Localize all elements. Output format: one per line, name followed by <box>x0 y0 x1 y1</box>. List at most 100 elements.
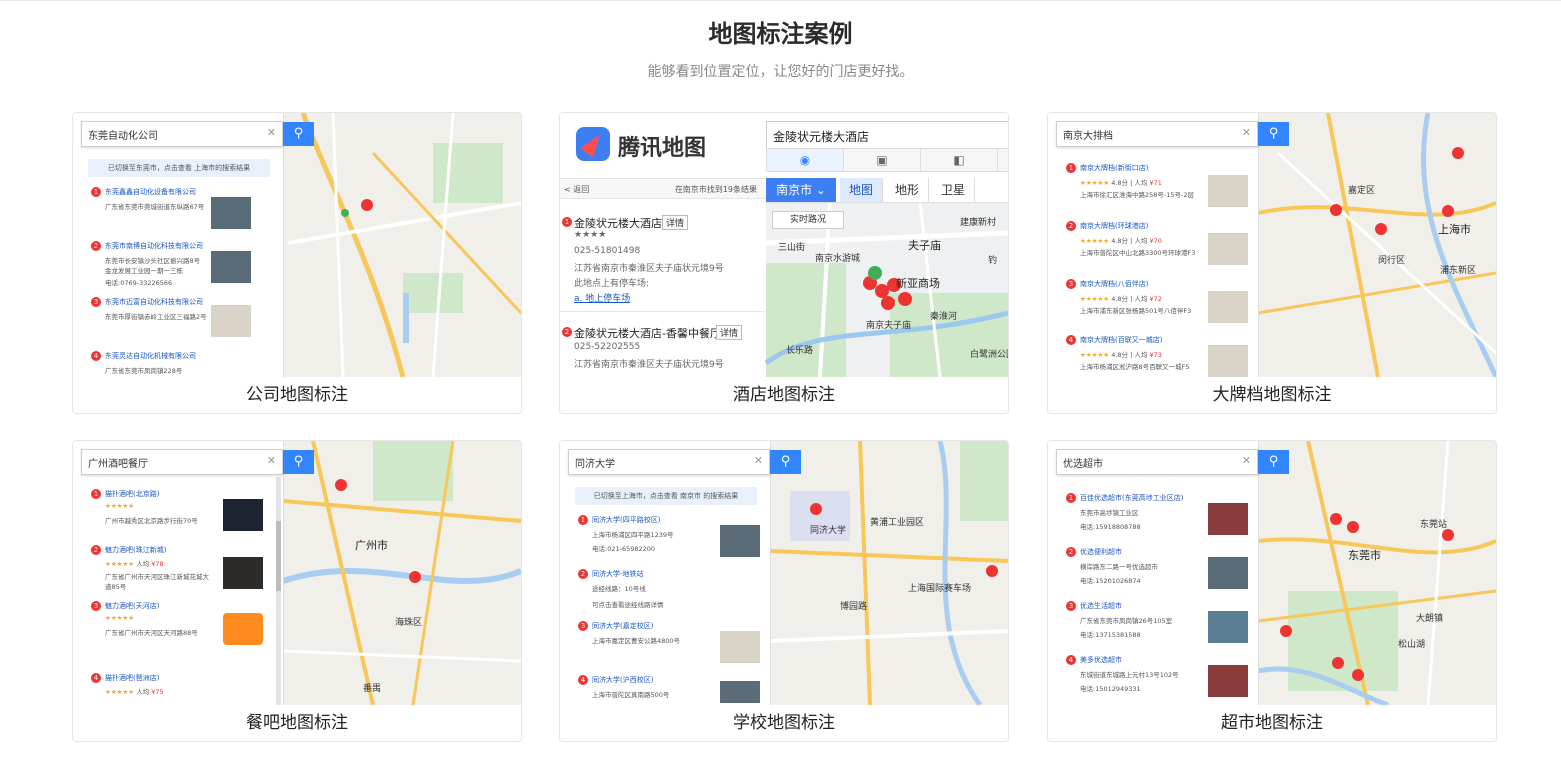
tab-map[interactable]: 地图 <box>840 178 883 202</box>
list-item[interactable]: 4 美多优选超市 东城街道东城路上元村13号102号 电话:1501294933… <box>1066 655 1248 699</box>
section-title: 地图标注案例 <box>708 20 853 48</box>
list-item[interactable]: 2 金陵状元楼大酒店-香馨中餐厅 详情 025-52202555 江苏省南京市秦… <box>560 325 765 375</box>
place-photo <box>211 197 251 229</box>
list-item[interactable]: 1 百佳优选超市(东莞高埗工业区店) 东莞市高埗镇工业区 电话:15918808… <box>1066 493 1248 537</box>
list-item[interactable]: 4 猫扑酒吧(琶洲店) ★★★★★ 人均 ¥75 <box>91 673 266 703</box>
list-item[interactable]: 4 南京大牌档(百联又一城店) ★★★★★ 4.8分 | 人均 ¥73 上海市杨… <box>1066 335 1248 377</box>
clear-icon[interactable]: ✕ <box>267 454 276 467</box>
search-button[interactable]: ⚲ <box>283 450 314 474</box>
scrollbar-thumb[interactable] <box>276 521 281 591</box>
search-input[interactable]: 东莞自动化公司 ✕ <box>81 121 283 147</box>
case-card-food-stall[interactable]: 南京大排档 ✕ 1 南京大牌档(新街口店) ★★★★★ 4.8分 | 人均 ¥7… <box>1047 112 1497 414</box>
clear-icon[interactable]: ✕ <box>754 454 763 467</box>
case-card-company[interactable]: 东莞自动化公司 ✕ 已切换至东莞市，点击查看 上海市的搜索结果 1 东莞鑫鑫自动… <box>72 112 522 414</box>
location-icon[interactable]: ◉ <box>767 149 844 171</box>
result-bar: < 返回 在南京市找到19条结果 <box>560 180 765 199</box>
search-button[interactable]: ⚲ <box>283 122 314 146</box>
bus-icon[interactable]: ▣ <box>844 149 921 171</box>
marker-icon: 1 <box>91 187 101 197</box>
list-item[interactable]: 1 同济大学(四平路校区) 上海市杨浦区四平路1239号 电话:021-6598… <box>578 515 760 559</box>
marker-icon: 4 <box>578 675 588 685</box>
list-item[interactable]: 2 南京大牌档(环球港店) ★★★★★ 4.8分 | 人均 ¥70 上海市普陀区… <box>1066 221 1248 267</box>
clear-icon[interactable]: ✕ <box>267 126 276 139</box>
marker-icon: 1 <box>1066 163 1076 173</box>
search-input[interactable]: 优选超市 ✕ <box>1056 449 1258 475</box>
place-photo <box>211 305 251 337</box>
logo-text: 腾讯地图 <box>618 136 707 161</box>
list-item[interactable]: 4 东莞灵达自动化机械有限公司 广东省东莞市凤岗镇228号 <box>91 351 266 375</box>
list-item[interactable]: 2 优选便利超市 横岸路东二路一号优选超市 电话:15201026874 <box>1066 547 1248 591</box>
search-input[interactable]: 广州酒吧餐厅 ✕ <box>81 449 283 475</box>
result-panel: 优选超市 ✕ 1 百佳优选超市(东莞高埗工业区店) 东莞市高埗镇工业区 电话:1… <box>1048 441 1259 705</box>
case-card-school[interactable]: 同济大学 ✕ 已切换至上海市，点击查看 南京市 的搜索结果 1 同济大学(四平路… <box>559 440 1009 742</box>
map-screenshot: 广州酒吧餐厅 ✕ 1 猫扑酒吧(北京路) ★★★★★ 广州市越秀区北京路步行街7… <box>73 441 521 705</box>
marker-icon: 1 <box>562 217 572 227</box>
list-item[interactable]: 1 金陵状元楼大酒店 详情 ★★★★ 025-51801498 江苏省南京市秦淮… <box>560 215 765 315</box>
tencent-map-logo-icon <box>576 127 610 161</box>
list-item[interactable]: 1 猫扑酒吧(北京路) ★★★★★ 广州市越秀区北京路步行街70号 <box>91 489 266 533</box>
marker-icon: 2 <box>1066 547 1076 557</box>
list-item[interactable]: 1 东莞鑫鑫自动化设备有限公司 广东省东莞市莞城街道东纵路67号 <box>91 187 266 229</box>
place-photo <box>211 251 251 283</box>
map-type-tabs: 南京市 ⌄ 地图 地形 卫星 <box>766 178 1008 203</box>
section-subtitle: 能够看到位置定位，让您好的门店更好找。 <box>647 64 914 80</box>
marker-icon: 2 <box>562 327 572 337</box>
map-screenshot: 优选超市 ✕ 1 百佳优选超市(东莞高埗工业区店) 东莞市高埗镇工业区 电话:1… <box>1048 441 1496 705</box>
traffic-toggle[interactable]: 实时路况 <box>772 211 844 229</box>
place-photo <box>720 681 760 703</box>
search-button[interactable]: ⚲ <box>1258 450 1289 474</box>
search-input[interactable]: 同济大学 ✕ <box>568 449 770 475</box>
list-item[interactable]: 3 东莞市迈富自动化科技有限公司 东莞市厚街镇赤岭工业区三福路2号 <box>91 297 266 337</box>
case-card-supermarket[interactable]: 优选超市 ✕ 1 百佳优选超市(东莞高埗工业区店) 东莞市高埗镇工业区 电话:1… <box>1047 440 1497 742</box>
case-card-hotel[interactable]: 腾讯地图 金陵状元楼大酒店 ◉ ▣ ◧ < 返回 在南京市找到19条结果 1 金… <box>559 112 1009 414</box>
city-notice[interactable]: 已切换至东莞市，点击查看 上海市的搜索结果 <box>88 159 270 177</box>
list-item[interactable]: 3 魅力酒吧(天河店) ★★★★★ 广东省广州市天河区天河路88号 <box>91 601 266 647</box>
back-link[interactable]: < 返回 <box>564 184 589 195</box>
marker-icon: 4 <box>91 673 101 683</box>
clear-icon[interactable]: ✕ <box>1242 454 1251 467</box>
card-caption: 大牌档地图标注 <box>1212 385 1332 405</box>
card-caption: 餐吧地图标注 <box>246 713 348 733</box>
list-item[interactable]: 4 同济大学(沪西校区) 上海市普陀区真南路500号 <box>578 675 760 703</box>
marker-icon: 3 <box>1066 601 1076 611</box>
marker-icon: 3 <box>91 297 101 307</box>
search-input[interactable]: 南京大排档 ✕ <box>1056 121 1258 147</box>
card-caption: 酒店地图标注 <box>733 385 835 405</box>
scrollbar[interactable] <box>276 477 281 705</box>
search-button[interactable]: ⚲ <box>770 450 801 474</box>
place-photo <box>720 525 760 557</box>
case-card-bar[interactable]: 广州酒吧餐厅 ✕ 1 猫扑酒吧(北京路) ★★★★★ 广州市越秀区北京路步行街7… <box>72 440 522 742</box>
card-caption: 超市地图标注 <box>1221 713 1323 733</box>
list-item[interactable]: 3 同济大学(嘉定校区) 上海市嘉定区曹安公路4800号 <box>578 621 760 665</box>
parking-link[interactable]: a. 地上停车场 <box>574 291 630 304</box>
tab-satellite[interactable]: 卫星 <box>932 178 975 202</box>
list-item[interactable]: 3 优选生活超市 广东省东莞市凤岗镇26号105室 电话:13715381588 <box>1066 601 1248 645</box>
list-item[interactable]: 3 南京大牌档(八佰伴店) ★★★★★ 4.8分 | 人均 ¥72 上海市浦东新… <box>1066 279 1248 325</box>
list-item[interactable]: 2 同济大学-地铁站 途经线路：10号线 可点击查看途经线路详情 <box>578 569 753 613</box>
car-icon[interactable]: ◧ <box>921 149 998 171</box>
search-input[interactable]: 金陵状元楼大酒店 <box>766 121 1008 150</box>
search-button[interactable]: ⚲ <box>1258 122 1289 146</box>
list-item[interactable]: 2 魅力酒吧(珠江新城) ★★★★★ 人均 ¥78 广东省广州市天河区珠江新城花… <box>91 545 266 591</box>
city-select[interactable]: 南京市 ⌄ <box>766 178 836 202</box>
search-icon: ⚲ <box>1268 454 1279 469</box>
marker-icon: 4 <box>1066 655 1076 665</box>
detail-button[interactable]: 详情 <box>716 325 743 340</box>
clear-icon[interactable]: ✕ <box>1242 126 1251 139</box>
marker-icon: 2 <box>91 545 101 555</box>
detail-button[interactable]: 详情 <box>662 215 689 230</box>
place-photo <box>1208 557 1248 589</box>
city-notice[interactable]: 已切换至上海市，点击查看 南京市 的搜索结果 <box>575 487 757 505</box>
marker-icon: 1 <box>1066 493 1076 503</box>
result-panel: 广州酒吧餐厅 ✕ 1 猫扑酒吧(北京路) ★★★★★ 广州市越秀区北京路步行街7… <box>73 441 284 705</box>
marker-icon: 2 <box>1066 221 1076 231</box>
result-panel: 南京大排档 ✕ 1 南京大牌档(新街口店) ★★★★★ 4.8分 | 人均 ¥7… <box>1048 113 1259 377</box>
route-mode-tabs: ◉ ▣ ◧ <box>766 148 1008 172</box>
search-icon: ⚲ <box>1268 126 1279 141</box>
tab-terrain[interactable]: 地形 <box>886 178 929 202</box>
marker-icon: 3 <box>578 621 588 631</box>
list-item[interactable]: 2 东莞市南博自动化科技有限公司 东莞市长安镇沙头社区振兴路8号金龙发展工业园一… <box>91 241 266 289</box>
list-item[interactable]: 1 南京大牌档(新街口店) ★★★★★ 4.8分 | 人均 ¥71 上海市徐汇区… <box>1066 163 1248 209</box>
place-photo <box>1208 345 1248 377</box>
map-screenshot: 南京大排档 ✕ 1 南京大牌档(新街口店) ★★★★★ 4.8分 | 人均 ¥7… <box>1048 113 1496 377</box>
